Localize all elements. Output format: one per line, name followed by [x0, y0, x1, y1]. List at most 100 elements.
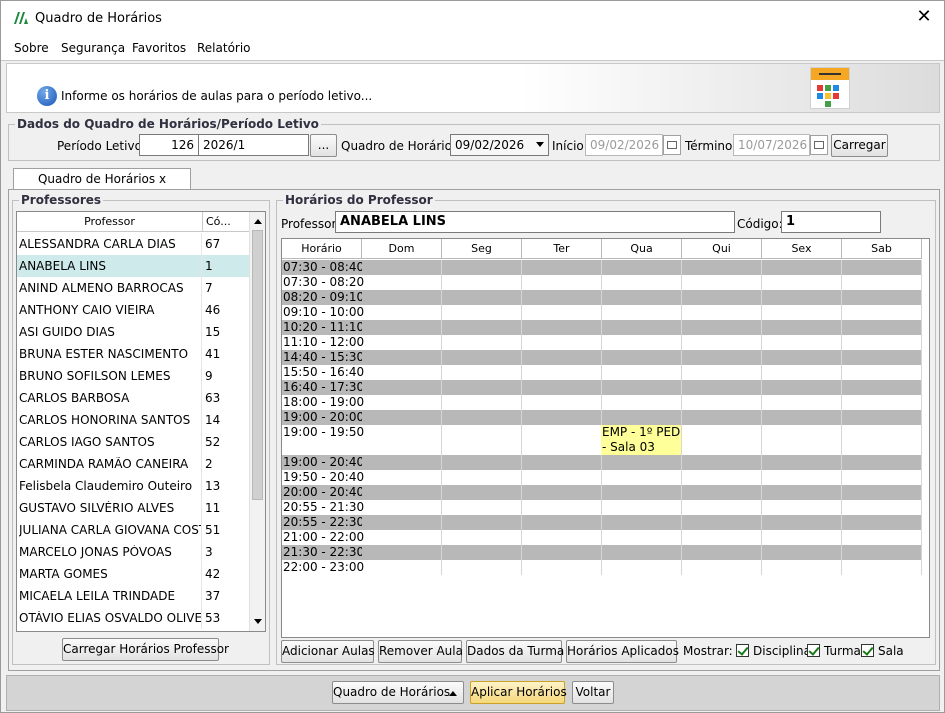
schedule-cell[interactable] [762, 410, 842, 425]
schedule-row[interactable]: 22:00 - 23:00 [282, 560, 922, 575]
professor-row[interactable]: MARTA GOMES 42 [17, 563, 250, 585]
schedule-cell[interactable] [602, 470, 682, 485]
schedule-cell[interactable] [602, 320, 682, 335]
schedule-cell[interactable] [602, 455, 682, 470]
schedule-cell[interactable] [602, 380, 682, 395]
schedule-row[interactable]: 09:10 - 10:00 [282, 305, 922, 320]
schedule-cell[interactable] [362, 320, 442, 335]
professor-row[interactable]: Felisbela Claudemiro Outeiro 13 [17, 475, 250, 497]
schedule-cell[interactable] [682, 470, 762, 485]
schedule-cell[interactable] [842, 350, 922, 365]
schedule-cell[interactable] [682, 395, 762, 410]
professores-list[interactable]: Professor Có... ALESSANDRA CARLA DIAS 67 A… [16, 211, 266, 632]
schedule-cell[interactable] [602, 395, 682, 410]
voltar-button[interactable]: Voltar [572, 681, 614, 704]
schedule-cell[interactable] [522, 335, 602, 350]
professor-row[interactable]: OTÁVIO ELIAS OSVALDO OLIVEIRA 53 [17, 607, 250, 629]
schedule-cell[interactable] [522, 560, 602, 575]
turma-checkbox[interactable] [807, 644, 820, 657]
schedule-cell[interactable] [842, 395, 922, 410]
scroll-down-icon[interactable] [252, 617, 264, 627]
schedule-cell[interactable] [842, 455, 922, 470]
schedule-cell[interactable] [762, 365, 842, 380]
schedule-cell[interactable] [522, 350, 602, 365]
professor-row[interactable]: BRUNA ESTER NASCIMENTO 41 [17, 343, 250, 365]
inicio-calendar-icon[interactable] [663, 135, 681, 155]
schedule-row[interactable]: 21:30 - 22:30 [282, 545, 922, 560]
schedule-entry[interactable]: EMP - 1º PED - Sala 03 [601, 425, 681, 455]
grid-col-header[interactable]: Sex [762, 239, 842, 259]
termino-calendar-icon[interactable] [810, 135, 828, 155]
grid-col-header[interactable]: Sab [842, 239, 922, 259]
tab-quadro-professor[interactable]: Quadro de Horários x Professor [13, 168, 191, 206]
schedule-cell[interactable] [842, 500, 922, 515]
schedule-cell[interactable] [682, 485, 762, 500]
schedule-cell[interactable] [442, 275, 522, 290]
browse-periodo-button[interactable]: ... [310, 134, 337, 157]
schedule-cell[interactable] [682, 290, 762, 305]
grid-col-header[interactable]: Horário [282, 239, 362, 259]
schedule-cell[interactable] [522, 380, 602, 395]
schedule-cell[interactable] [762, 335, 842, 350]
professor-row[interactable]: ANABELA LINS 1 [17, 255, 250, 277]
schedule-cell[interactable] [762, 305, 842, 320]
schedule-row[interactable]: 21:00 - 22:00 [282, 530, 922, 545]
horarios-aplicados-button[interactable]: Horários Aplicados [566, 640, 679, 663]
schedule-cell[interactable] [602, 260, 682, 275]
schedule-cell[interactable] [842, 305, 922, 320]
schedule-cell[interactable] [842, 515, 922, 530]
schedule-cell[interactable] [442, 260, 522, 275]
schedule-cell[interactable] [522, 410, 602, 425]
schedule-cell[interactable] [842, 380, 922, 395]
schedule-row[interactable]: 08:20 - 09:10 [282, 290, 922, 305]
schedule-cell[interactable] [442, 290, 522, 305]
schedule-cell[interactable] [442, 530, 522, 545]
schedule-cell[interactable] [522, 260, 602, 275]
schedule-cell[interactable] [762, 500, 842, 515]
schedule-cell[interactable] [522, 395, 602, 410]
schedule-cell[interactable] [362, 410, 442, 425]
schedule-cell[interactable] [682, 275, 762, 290]
professor-row[interactable]: CARMINDA RAMÃO CANEIRA 2 [17, 453, 250, 475]
scrollbar-thumb[interactable] [252, 230, 263, 500]
schedule-row[interactable]: 14:40 - 15:30 [282, 350, 922, 365]
professor-row[interactable]: JULIANA CARLA GIOVANA COSTA 51 [17, 519, 250, 541]
schedule-cell[interactable] [442, 515, 522, 530]
schedule-cell[interactable] [522, 305, 602, 320]
professor-row[interactable]: MICAELA LEILA TRINDADE 37 [17, 585, 250, 607]
codigo-field[interactable]: 1 [781, 211, 881, 233]
col-professor-header[interactable]: Professor [17, 212, 203, 232]
professor-row[interactable]: CARLOS HONORINA SANTOS 14 [17, 409, 250, 431]
schedule-cell[interactable] [602, 560, 682, 575]
professor-row[interactable]: ANTHONY CAIO VIEIRA 46 [17, 299, 250, 321]
professor-row[interactable]: CARLOS BARBOSA 63 [17, 387, 250, 409]
schedule-row[interactable]: 19:00 - 20:40 [282, 455, 922, 470]
schedule-row[interactable]: 19:00 - 20:00 [282, 410, 922, 425]
schedule-cell[interactable] [602, 410, 682, 425]
schedule-cell[interactable] [522, 455, 602, 470]
schedule-cell[interactable] [842, 485, 922, 500]
schedule-cell[interactable] [602, 485, 682, 500]
disciplina-checkbox[interactable] [736, 644, 749, 657]
schedule-row[interactable]: 16:40 - 17:30 [282, 380, 922, 395]
quadro-horarios-menu-button[interactable]: Quadro de Horários [332, 681, 464, 704]
schedule-cell[interactable] [842, 425, 922, 455]
schedule-cell[interactable] [442, 395, 522, 410]
schedule-cell[interactable] [362, 305, 442, 320]
schedule-cell[interactable] [842, 335, 922, 350]
schedule-cell[interactable] [762, 545, 842, 560]
schedule-cell[interactable] [602, 530, 682, 545]
schedule-row[interactable]: 15:50 - 16:40 [282, 365, 922, 380]
schedule-cell[interactable] [762, 455, 842, 470]
schedule-cell[interactable] [442, 410, 522, 425]
schedule-cell[interactable] [842, 410, 922, 425]
schedule-cell[interactable] [522, 320, 602, 335]
grid-col-header[interactable]: Qua [602, 239, 682, 259]
schedule-cell[interactable] [522, 530, 602, 545]
schedule-cell[interactable] [442, 380, 522, 395]
schedule-cell[interactable] [682, 380, 762, 395]
quadro-select[interactable]: 09/02/2026 [450, 134, 549, 156]
schedule-cell[interactable] [362, 290, 442, 305]
professor-row[interactable]: ALESSANDRA CARLA DIAS 67 [17, 233, 250, 255]
schedule-cell[interactable] [762, 320, 842, 335]
